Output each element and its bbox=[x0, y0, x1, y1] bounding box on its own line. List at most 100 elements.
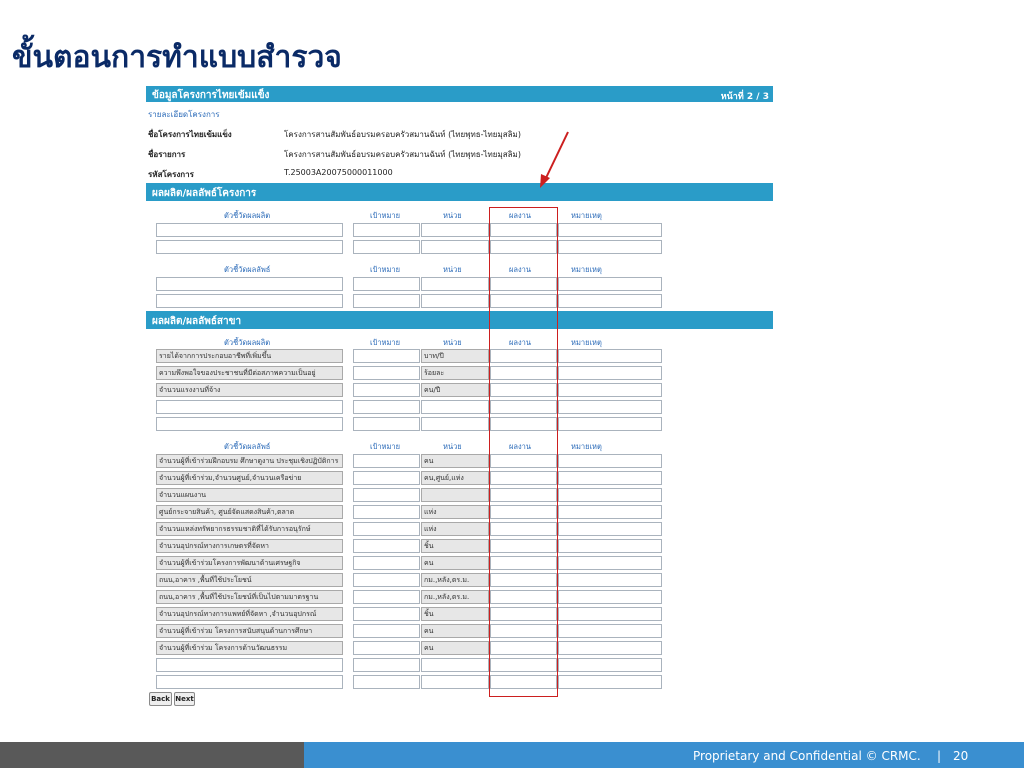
s2-outcome-row-6-note-input[interactable] bbox=[558, 556, 662, 570]
s2-outcome-row-5-unit: ชิ้น bbox=[421, 539, 489, 553]
s2-outcome-row-10-unit: คน bbox=[421, 624, 489, 638]
section-branch-outputs-title: ผลผลิต/ผลลัพธ์สาขา bbox=[152, 316, 242, 327]
s2-outcome-row-11-note-input[interactable] bbox=[558, 641, 662, 655]
s1-output-row-0-unit[interactable] bbox=[421, 223, 489, 237]
field-label-project-code: รหัสโครงการ bbox=[148, 170, 194, 179]
s1-outcome-row-0-unit[interactable] bbox=[421, 277, 489, 291]
s2-outcome-row-9-unit: ชิ้น bbox=[421, 607, 489, 621]
s2-output-row-4-note-input[interactable] bbox=[558, 417, 662, 431]
s2-output-row-0-target-input[interactable] bbox=[353, 349, 420, 363]
project-detail-link[interactable]: รายละเอียดโครงการ bbox=[148, 108, 220, 121]
s2-outcome-row-3-target-input[interactable] bbox=[353, 505, 420, 519]
section-project-outputs-header: ผลผลิต/ผลลัพธ์โครงการ bbox=[146, 183, 773, 201]
s2-output-row-2-note-input[interactable] bbox=[558, 383, 662, 397]
s2-output-row-0-unit: บาท/ปี bbox=[421, 349, 489, 363]
s2-outcome-row-4-indicator: จำนวนแหล่งทรัพยากรธรรมชาติที่ได้รับการอน… bbox=[156, 522, 343, 536]
s2-outcome-row-3-note-input[interactable] bbox=[558, 505, 662, 519]
s2-outcome-row-13-unit[interactable] bbox=[421, 675, 489, 689]
s2-output-row-4-target-input[interactable] bbox=[353, 417, 420, 431]
s2-outcome-row-5-note-input[interactable] bbox=[558, 539, 662, 553]
s2-outcome-row-9-target-input[interactable] bbox=[353, 607, 420, 621]
s1-outcome-row-1-note-input[interactable] bbox=[558, 294, 662, 308]
s1-output-row-0-indicator[interactable] bbox=[156, 223, 343, 237]
result-column-highlight bbox=[489, 207, 558, 697]
s1-outcome-row-0-note-input[interactable] bbox=[558, 277, 662, 291]
s2-outcome-row-10-target-input[interactable] bbox=[353, 624, 420, 638]
s2-outcome-row-8-target-input[interactable] bbox=[353, 590, 420, 604]
s2-outcome-col-unit: หน่วย bbox=[443, 442, 462, 451]
s2-outcome-row-7-note-input[interactable] bbox=[558, 573, 662, 587]
section-project-outputs-title: ผลผลิต/ผลลัพธ์โครงการ bbox=[152, 188, 257, 199]
s2-output-col-unit: หน่วย bbox=[443, 338, 462, 347]
s2-outcome-row-4-target-input[interactable] bbox=[353, 522, 420, 536]
section-branch-outputs-header: ผลผลิต/ผลลัพธ์สาขา bbox=[146, 311, 773, 329]
s1-outcome-row-1-unit[interactable] bbox=[421, 294, 489, 308]
s1-outcome-row-1-indicator[interactable] bbox=[156, 294, 343, 308]
s2-output-row-1-target-input[interactable] bbox=[353, 366, 420, 380]
form-header-title: ข้อมูลโครงการไทยเข้มแข็ง bbox=[152, 90, 270, 101]
s2-outcome-row-10-note-input[interactable] bbox=[558, 624, 662, 638]
s1-outcome-col-target: เป้าหมาย bbox=[370, 265, 401, 274]
s1-output-row-0-target-input[interactable] bbox=[353, 223, 420, 237]
s2-outcome-row-12-indicator[interactable] bbox=[156, 658, 343, 672]
back-button[interactable]: Back bbox=[149, 692, 172, 706]
s2-outcome-row-5-target-input[interactable] bbox=[353, 539, 420, 553]
s2-outcome-row-12-unit[interactable] bbox=[421, 658, 489, 672]
slide-number: 20 bbox=[953, 749, 969, 763]
s2-outcome-row-6-target-input[interactable] bbox=[353, 556, 420, 570]
s2-outcome-row-0-target-input[interactable] bbox=[353, 454, 420, 468]
s2-outcome-row-9-indicator: จำนวนอุปกรณ์ทางการแพทย์ที่จัดหา ,จำนวนอุ… bbox=[156, 607, 343, 621]
s2-outcome-row-13-note-input[interactable] bbox=[558, 675, 662, 689]
s1-output-row-0-note-input[interactable] bbox=[558, 223, 662, 237]
s2-outcome-row-9-note-input[interactable] bbox=[558, 607, 662, 621]
s2-output-row-1-indicator: ความพึงพอใจของประชาชนที่มีต่อสภาพความเป็… bbox=[156, 366, 343, 380]
next-button[interactable]: Next bbox=[174, 692, 195, 706]
page-indicator: หน้าที่ 2 / 3 bbox=[720, 92, 769, 102]
s2-outcome-row-7-unit: กม.,หลัง,ตร.ม. bbox=[421, 573, 489, 587]
form-screenshot: ข้อมูลโครงการไทยเข้มแข็ง หน้าที่ 2 / 3 ร… bbox=[146, 86, 773, 712]
s2-outcome-row-2-target-input[interactable] bbox=[353, 488, 420, 502]
s2-output-row-1-note-input[interactable] bbox=[558, 366, 662, 380]
s2-outcome-row-7-target-input[interactable] bbox=[353, 573, 420, 587]
s1-outcome-row-1-target-input[interactable] bbox=[353, 294, 420, 308]
s2-outcome-row-11-target-input[interactable] bbox=[353, 641, 420, 655]
s2-outcome-row-7-indicator: ถนน,อาคาร ,พื้นที่ใช้ประโยชน์ bbox=[156, 573, 343, 587]
s2-output-row-2-target-input[interactable] bbox=[353, 383, 420, 397]
s2-outcome-row-1-indicator: จำนวนผู้ที่เข้าร่วม,จำนวนศูนย์,จำนวนเครื… bbox=[156, 471, 343, 485]
s2-output-row-3-note-input[interactable] bbox=[558, 400, 662, 414]
s2-output-row-0-note-input[interactable] bbox=[558, 349, 662, 363]
s2-output-row-2-unit: คน/ปี bbox=[421, 383, 489, 397]
field-value-item-name: โครงการสานสัมพันธ์อบรมครอบครัวสมานฉันท์ … bbox=[284, 150, 521, 159]
s2-outcome-row-4-unit: แห่ง bbox=[421, 522, 489, 536]
s2-outcome-row-1-unit: คน,ศูนย์,แห่ง bbox=[421, 471, 489, 485]
s2-outcome-row-8-note-input[interactable] bbox=[558, 590, 662, 604]
s1-outcome-col-indicator: ตัวชี้วัดผลลัพธ์ bbox=[224, 265, 271, 274]
s2-output-row-3-indicator[interactable] bbox=[156, 400, 343, 414]
s1-output-row-1-unit[interactable] bbox=[421, 240, 489, 254]
s2-outcome-row-12-note-input[interactable] bbox=[558, 658, 662, 672]
s2-output-row-4-indicator[interactable] bbox=[156, 417, 343, 431]
s2-output-row-3-unit[interactable] bbox=[421, 400, 489, 414]
field-label-item-name: ชื่อรายการ bbox=[148, 150, 186, 159]
s1-outcome-row-0-target-input[interactable] bbox=[353, 277, 420, 291]
s2-outcome-row-1-target-input[interactable] bbox=[353, 471, 420, 485]
s2-outcome-row-1-note-input[interactable] bbox=[558, 471, 662, 485]
s2-outcome-row-11-indicator: จำนวนผู้ที่เข้าร่วม โครงการด้านวัฒนธรรม bbox=[156, 641, 343, 655]
s2-outcome-row-12-target-input[interactable] bbox=[353, 658, 420, 672]
s2-output-row-3-target-input[interactable] bbox=[353, 400, 420, 414]
s2-output-row-4-unit[interactable] bbox=[421, 417, 489, 431]
footer-bar-left bbox=[0, 742, 304, 768]
s2-outcome-row-0-indicator: จำนวนผู้ที่เข้าร่วมฝึกอบรม ศึกษาดูงาน ปร… bbox=[156, 454, 343, 468]
s1-outcome-row-0-indicator[interactable] bbox=[156, 277, 343, 291]
s1-output-row-1-target-input[interactable] bbox=[353, 240, 420, 254]
s2-outcome-row-13-target-input[interactable] bbox=[353, 675, 420, 689]
s2-outcome-row-6-unit: คน bbox=[421, 556, 489, 570]
s2-outcome-row-5-indicator: จำนวนอุปกรณ์ทางการเกษตรที่จัดหา bbox=[156, 539, 343, 553]
s2-outcome-row-4-note-input[interactable] bbox=[558, 522, 662, 536]
s2-outcome-row-2-note-input[interactable] bbox=[558, 488, 662, 502]
s2-outcome-row-13-indicator[interactable] bbox=[156, 675, 343, 689]
s2-outcome-row-0-note-input[interactable] bbox=[558, 454, 662, 468]
s1-output-row-1-indicator[interactable] bbox=[156, 240, 343, 254]
s1-output-row-1-note-input[interactable] bbox=[558, 240, 662, 254]
s2-outcome-row-10-indicator: จำนวนผู้ที่เข้าร่วม โครงการสนับสนุนด้านก… bbox=[156, 624, 343, 638]
